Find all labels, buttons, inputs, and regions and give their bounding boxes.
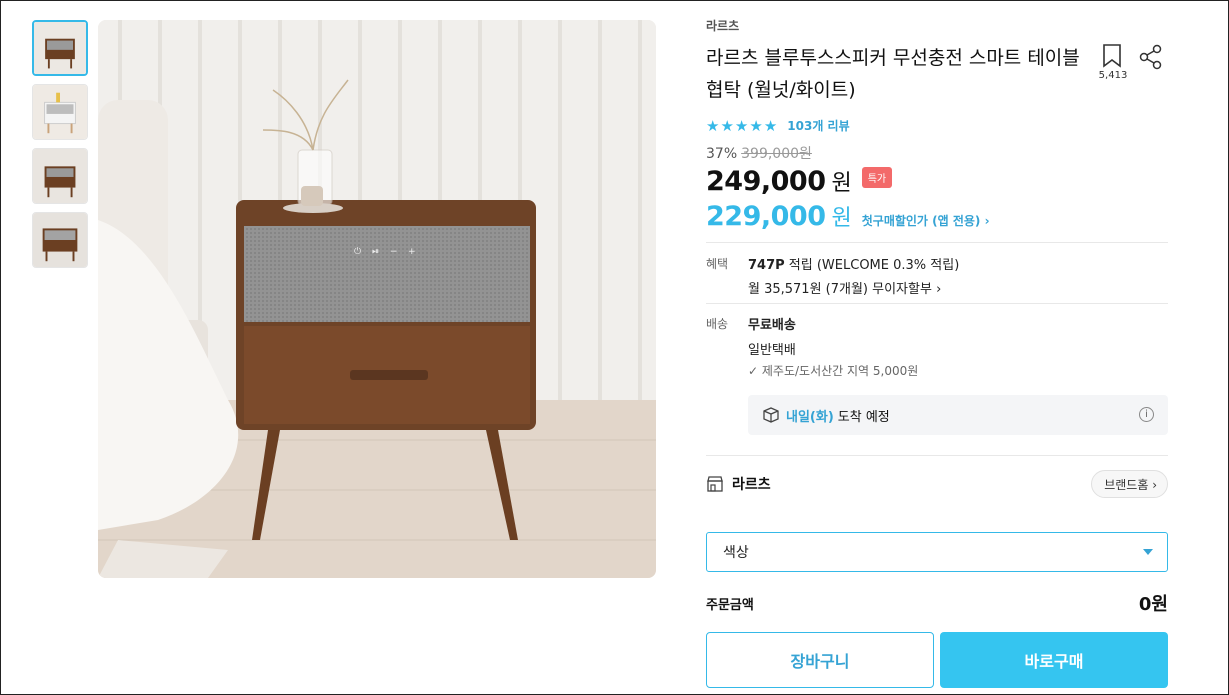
store-icon (707, 476, 723, 492)
buy-now-button[interactable]: 바로구매 (940, 632, 1168, 688)
order-total-label: 주문금액 (706, 597, 754, 613)
store-row: 라르츠 브랜드홈 › (706, 470, 1168, 498)
chevron-down-icon (1143, 549, 1153, 555)
discount-rate: 37% (706, 146, 738, 162)
svg-text:⏻: ⏻ (354, 246, 361, 257)
brand-link[interactable]: 라르츠 (706, 17, 739, 34)
rating-stars: ★ ★ ★ ★ ★ (706, 118, 777, 134)
star-icon: ★ (706, 116, 720, 135)
price-unit: 원 (831, 171, 852, 196)
benefits-label: 혜택 (706, 257, 729, 271)
order-total-value: 0원 (1138, 594, 1168, 615)
divider (706, 242, 1168, 243)
product-main-image[interactable]: ⏻ ⏯ − + (98, 20, 656, 578)
thumbnail-4[interactable] (32, 212, 88, 268)
points-description: 적립 (WELCOME 0.3% 적립) (784, 258, 960, 273)
shipping-extra: ✓ 제주도/도서산간 지역 5,000원 (748, 364, 919, 378)
order-total-row: 주문금액 0원 (706, 590, 1168, 616)
shipping-method: 일반택배 (748, 343, 796, 358)
add-to-cart-button[interactable]: 장바구니 (706, 632, 934, 688)
review-count-link[interactable]: 103개 리뷰 (787, 117, 849, 134)
star-icon: ★ (749, 116, 763, 135)
first-purchase-price: 229,000 (706, 201, 826, 232)
shipping-type: 무료배송 (748, 318, 796, 333)
store-name[interactable]: 라르츠 (732, 474, 771, 494)
info-icon[interactable]: i (1139, 407, 1154, 422)
price-row: 249,000 원 특가 (706, 165, 893, 197)
thumbnail-2[interactable] (32, 84, 88, 140)
thumbnail-3[interactable] (32, 148, 88, 204)
divider (706, 303, 1168, 304)
points-amount: 747P (748, 258, 785, 273)
bookmark-count: 5,413 (1098, 70, 1128, 81)
first-purchase-label[interactable]: 첫구매할인가 (앱 전용) › (862, 212, 990, 229)
top-actions: 5,413 (1099, 44, 1171, 88)
sale-price: 249,000 (706, 166, 826, 197)
arrival-estimate: 내일(화) 도착 예정 i (748, 395, 1168, 435)
arrival-day: 내일(화) (786, 409, 834, 425)
star-icon: ★ (763, 116, 778, 135)
star-icon: ★ (734, 116, 749, 135)
rating-row[interactable]: ★ ★ ★ ★ ★ 103개 리뷰 (706, 117, 850, 134)
bookmark-button[interactable]: 5,413 (1099, 44, 1127, 81)
color-select[interactable]: 색상 (706, 532, 1168, 572)
share-button[interactable] (1139, 44, 1163, 74)
product-title: 라르츠 블루투스스피커 무선충전 스마트 테이블 협탁 (월넛/화이트) (706, 47, 1080, 101)
share-icon (1139, 44, 1162, 70)
svg-text:⏯: ⏯ (372, 247, 379, 257)
svg-text:+: + (408, 247, 416, 257)
discount-row: 37% 399,000원 (706, 143, 812, 163)
shipping-label: 배송 (706, 317, 729, 331)
star-icon: ★ (720, 116, 734, 135)
bookmark-icon (1103, 44, 1121, 68)
arrival-text: 도착 예정 (837, 409, 890, 425)
color-select-value: 색상 (723, 545, 749, 561)
first-purchase-row[interactable]: 229,000 원 첫구매할인가 (앱 전용) › (706, 200, 990, 232)
svg-text:−: − (390, 247, 398, 257)
installment-link[interactable]: 월 35,571원 (7개월) 무이자할부 › (748, 278, 941, 297)
brand-home-button[interactable]: 브랜드홈 › (1091, 470, 1168, 498)
thumbnail-1[interactable] (32, 20, 88, 76)
thumbnail-list (32, 20, 88, 276)
points-text: 747P 적립 (WELCOME 0.3% 적립) (748, 254, 959, 273)
first-purchase-unit: 원 (831, 206, 852, 231)
box-icon (763, 407, 779, 423)
divider (706, 455, 1168, 456)
original-price: 399,000원 (741, 146, 812, 162)
special-badge: 특가 (861, 166, 893, 188)
